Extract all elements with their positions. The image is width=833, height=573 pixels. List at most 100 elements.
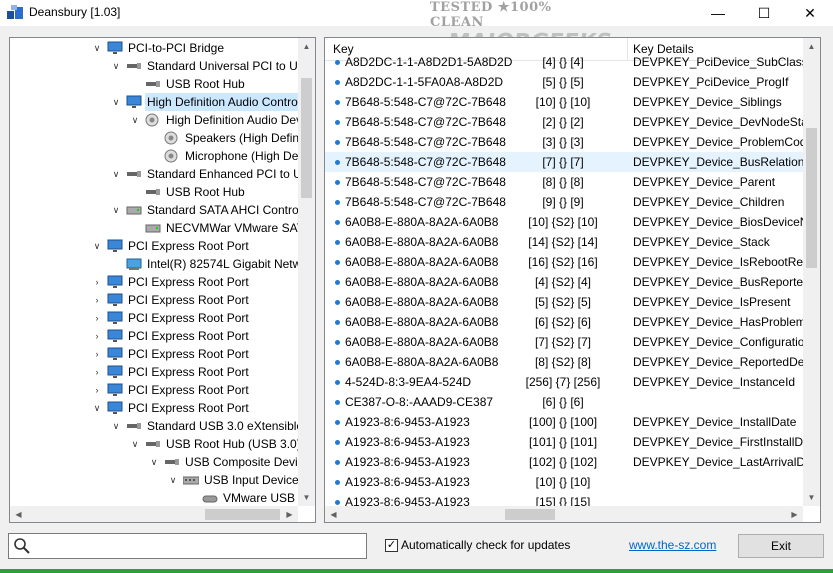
scroll-down-icon[interactable]: ▼ — [803, 489, 820, 506]
key-guid: A8D2DC-1-1-A8D2D1-5A8D2D — [345, 55, 513, 69]
tree-vertical-scrollbar[interactable]: ▲ ▼ — [298, 38, 315, 506]
list-row[interactable]: 6A0B8-E-880A-8A2A-6A0B8 [4] {S2} [4] DEVPK… — [325, 272, 805, 292]
scroll-up-icon[interactable]: ▲ — [803, 38, 820, 55]
list-row[interactable]: 4-524D-8:3-9EA4-524D [256] {7} [256] DEVPK… — [325, 372, 805, 392]
tree-item-label: PCI Express Root Port — [128, 383, 249, 397]
minimize-button[interactable]: — — [695, 0, 741, 26]
list-row[interactable]: 6A0B8-E-880A-8A2A-6A0B8 [7] {S2} [7] DEVPK… — [325, 332, 805, 352]
chevron-down-icon[interactable]: ∨ — [91, 39, 103, 57]
key-cell: A1923-8:6-9453-A1923 — [345, 432, 535, 452]
list-hscroll-thumb[interactable] — [505, 509, 555, 520]
chevron-right-icon[interactable]: › — [91, 363, 103, 381]
monitor-icon — [107, 347, 123, 361]
list-row[interactable]: 6A0B8-E-880A-8A2A-6A0B8 [5] {S2} [5] DEVPK… — [325, 292, 805, 312]
chevron-right-icon[interactable]: › — [91, 345, 103, 363]
tree-item-label: PCI Express Root Port — [128, 239, 249, 253]
list-row[interactable]: 7B648-5:548-C7@72C-7B648 [9] {} [9] DEVPKE… — [325, 192, 805, 212]
maximize-button[interactable]: ☐ — [741, 0, 787, 26]
tree-item-label: Microphone (High Definition — [185, 149, 315, 163]
scroll-up-icon[interactable]: ▲ — [298, 38, 315, 55]
key-cell: 7B648-5:548-C7@72C-7B648 — [345, 92, 535, 112]
key-index: [102] {} [102] — [528, 455, 598, 469]
tree-item-label: Speakers (High Definition — [185, 131, 316, 145]
chevron-down-icon[interactable]: ∨ — [110, 201, 122, 219]
list-row[interactable]: 6A0B8-E-880A-8A2A-6A0B8 [8] {S2} [8] DEVPK… — [325, 352, 805, 372]
bullet-icon — [335, 360, 340, 365]
chevron-down-icon[interactable]: ∨ — [110, 57, 122, 75]
key-index: [256] {7} [256] — [525, 375, 601, 389]
scroll-right-icon[interactable]: ▶ — [786, 506, 803, 522]
key-details-cell: DEVPKEY_Device_BusRelations — [633, 155, 805, 169]
chevron-down-icon[interactable]: ∨ — [110, 165, 122, 183]
key-details-cell: DEVPKEY_PciDevice_ProgIf — [633, 75, 789, 89]
list-row[interactable]: A1923-8:6-9453-A1923 [10] {} [10] — [325, 472, 805, 492]
exit-button[interactable]: Exit — [738, 534, 824, 558]
list-row[interactable]: 6A0B8-E-880A-8A2A-6A0B8 [10] {S2} [10] DEV… — [325, 212, 805, 232]
bullet-icon — [335, 380, 340, 385]
chevron-right-icon[interactable]: › — [91, 381, 103, 399]
key-index: [5] {S2} [5] — [534, 295, 592, 309]
website-link[interactable]: www.the-sz.com — [629, 538, 716, 552]
list-row[interactable]: A8D2DC-1-1-A8D2D1-5A8D2D [4] {} [4] DEVPKE… — [325, 52, 805, 72]
list-row[interactable]: A8D2DC-1-1-5FA0A8-A8D2D [5] {} [5] DEVPKEY… — [325, 72, 805, 92]
bullet-icon — [335, 480, 340, 485]
chevron-down-icon[interactable]: ∨ — [148, 453, 160, 471]
key-cell: 6A0B8-E-880A-8A2A-6A0B8 — [345, 292, 535, 312]
key-index: [4] {S2} [4] — [534, 275, 592, 289]
key-cell: 6A0B8-E-880A-8A2A-6A0B8 — [345, 212, 535, 232]
list-row[interactable]: 7B648-5:548-C7@72C-7B648 [7] {} [7] DEVPKE… — [325, 152, 805, 172]
chevron-right-icon[interactable]: › — [91, 291, 103, 309]
scroll-left-icon[interactable]: ◀ — [10, 506, 27, 522]
tree-hscroll-thumb[interactable] — [205, 509, 280, 520]
auto-update-label[interactable]: Automatically check for updates — [401, 538, 570, 552]
chevron-right-icon[interactable]: › — [91, 309, 103, 327]
chevron-down-icon[interactable]: ∨ — [167, 471, 179, 489]
list-row[interactable]: 7B648-5:548-C7@72C-7B648 [3] {} [3] DEVPKE… — [325, 132, 805, 152]
close-button[interactable]: ✕ — [787, 0, 833, 26]
bullet-icon — [335, 120, 340, 125]
list-row[interactable]: A1923-8:6-9453-A1923 [102] {} [102] DEVPKE… — [325, 452, 805, 472]
list-vertical-scrollbar[interactable]: ▲ ▼ — [803, 38, 820, 506]
list-vscroll-thumb[interactable] — [806, 128, 817, 268]
auto-update-checkbox[interactable]: ✓ — [385, 539, 398, 552]
chevron-down-icon[interactable]: ∨ — [91, 399, 103, 417]
monitor-icon — [107, 293, 123, 307]
list-row[interactable]: 6A0B8-E-880A-8A2A-6A0B8 [6] {S2} [6] DEVPK… — [325, 312, 805, 332]
property-list[interactable]: Key Key Details A8D2DC-1-1-A8D2D1-5A8D2D… — [324, 37, 821, 523]
list-horizontal-scrollbar[interactable]: ◀ ▶ — [325, 506, 803, 522]
list-row[interactable]: A1923-8:6-9453-A1923 [101] {} [101] DEVPKE… — [325, 432, 805, 452]
list-row[interactable]: 7B648-5:548-C7@72C-7B648 [8] {} [8] DEVPKE… — [325, 172, 805, 192]
scroll-down-icon[interactable]: ▼ — [298, 489, 315, 506]
tree-horizontal-scrollbar[interactable]: ◀ ▶ — [10, 506, 298, 522]
tree-vscroll-thumb[interactable] — [301, 78, 312, 198]
chevron-down-icon[interactable]: ∨ — [129, 435, 141, 453]
scroll-right-icon[interactable]: ▶ — [281, 506, 298, 522]
chevron-right-icon[interactable]: › — [91, 327, 103, 345]
key-index: [101] {} [101] — [528, 435, 598, 449]
chevron-down-icon[interactable]: ∨ — [110, 417, 122, 435]
chevron-down-icon[interactable]: ∨ — [110, 93, 122, 111]
key-index: [6] {S2} [6] — [534, 315, 592, 329]
speaker-icon — [164, 131, 180, 145]
tree-item-label: Standard USB 3.0 eXtensible — [147, 419, 304, 433]
list-row[interactable]: 6A0B8-E-880A-8A2A-6A0B8 [16] {S2} [16] DEV… — [325, 252, 805, 272]
list-row[interactable]: CE387-O-8:-AAAD9-CE387 [6] {} [6] — [325, 392, 805, 412]
key-index: [3] {} [3] — [542, 135, 584, 149]
chevron-down-icon[interactable]: ∨ — [129, 111, 141, 129]
device-tree[interactable]: ∨ PCI-to-PCI Bridge ∨ Standard Universal PC… — [9, 37, 316, 523]
search-field[interactable] — [8, 533, 367, 559]
bullet-icon — [335, 400, 340, 405]
scroll-left-icon[interactable]: ◀ — [325, 506, 342, 522]
app-window: Deansbury [1.03] — ☐ ✕ TESTED ★100% CLEA… — [0, 0, 833, 573]
key-index: [4] {} [4] — [542, 55, 584, 69]
list-row[interactable]: 7B648-5:548-C7@72C-7B648 [10] {} [10] DEVP… — [325, 92, 805, 112]
chevron-right-icon[interactable]: › — [91, 273, 103, 291]
key-cell: 6A0B8-E-880A-8A2A-6A0B8 — [345, 252, 535, 272]
chevron-down-icon[interactable]: ∨ — [91, 237, 103, 255]
key-guid: 6A0B8-E-880A-8A2A-6A0B8 — [345, 235, 499, 249]
list-row[interactable]: 7B648-5:548-C7@72C-7B648 [2] {} [2] DEVPKE… — [325, 112, 805, 132]
list-row[interactable]: A1923-8:6-9453-A1923 [100] {} [100] DEVPKE… — [325, 412, 805, 432]
list-row[interactable]: 6A0B8-E-880A-8A2A-6A0B8 [14] {S2} [14] DEV… — [325, 232, 805, 252]
